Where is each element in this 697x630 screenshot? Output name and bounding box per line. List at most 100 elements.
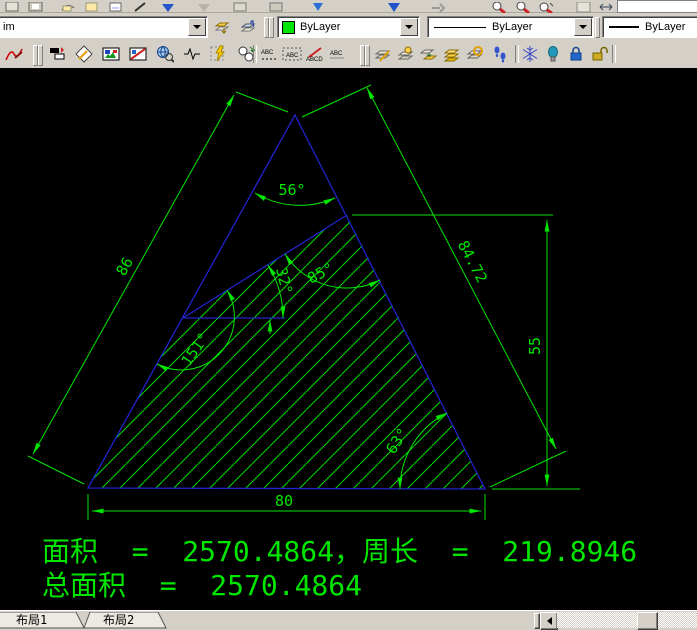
red-marker-icon (5, 48, 23, 61)
layer-new-button[interactable] (395, 43, 417, 65)
partial-icon[interactable] (108, 0, 124, 12)
image-adjust-button[interactable] (127, 43, 149, 65)
dim-text-84-72[interactable]: 84.72 (454, 237, 491, 285)
draworder-button[interactable] (46, 43, 68, 65)
lineweight-combo[interactable]: ByLayer (602, 16, 697, 38)
lightbulb-icon (548, 46, 558, 62)
secondary-toolbar: ABC ABC ABCD ABC (0, 40, 697, 69)
footprints-icon (494, 46, 506, 63)
partial-icon[interactable] (28, 0, 44, 12)
edit-hatch-button[interactable] (73, 43, 95, 65)
single-line-text-button[interactable]: ABC (258, 43, 280, 65)
partial-icon[interactable] (196, 0, 212, 12)
layer-combo[interactable]: im (0, 16, 208, 38)
standard-toolbar-clipped (0, 0, 697, 15)
dim-text-80[interactable]: 80 (275, 492, 293, 510)
extension-line (489, 450, 567, 488)
edit-text-button[interactable]: ABCD (304, 43, 326, 65)
partial-icon[interactable] (576, 0, 592, 13)
partial-icon[interactable] (132, 0, 148, 12)
toolbar-grip[interactable] (365, 45, 370, 66)
draworder-icon (50, 47, 65, 60)
layer-previous-icon (240, 20, 256, 32)
magnifier-partial-icon[interactable] (538, 0, 554, 15)
horizontal-scrollbar-thumb[interactable] (637, 612, 658, 630)
layer-new-icon (397, 46, 414, 60)
partial-icon[interactable] (4, 0, 20, 12)
chevron-down-icon (405, 25, 413, 29)
abcd-label: ABCD (306, 57, 323, 63)
text-dots-icon: ABC (261, 50, 276, 60)
revision-marker-button[interactable] (3, 43, 25, 65)
total-area-readout: 总面积 = 2570.4864 (42, 569, 363, 602)
scroll-left-button[interactable] (540, 612, 558, 630)
layer-translate-button[interactable] (418, 43, 440, 65)
chevron-down-icon (579, 25, 587, 29)
layer-previous-button[interactable] (237, 16, 259, 38)
color-combo-value: ByLayer (300, 21, 341, 33)
partial-icon[interactable] (232, 0, 248, 12)
dimension-style-partial-icon[interactable] (598, 0, 614, 11)
color-swatch-green (282, 20, 295, 34)
layer-match-icon (466, 46, 483, 59)
toolbar-grip[interactable] (38, 45, 43, 66)
text-style-button[interactable]: ABC (327, 43, 349, 65)
autocad-window: { "properties_toolbar": { "layer_value":… (0, 0, 697, 630)
layer-combo-value: im (3, 21, 15, 33)
lightning-pencil-icon (210, 45, 226, 62)
extension-line (27, 455, 85, 485)
snowflake-icon (522, 46, 538, 62)
tab-layout1-label[interactable]: 布局1 (16, 613, 47, 627)
unlock-icon (592, 46, 608, 61)
polyline-wave-button[interactable] (181, 43, 203, 65)
layer-walk-button[interactable] (489, 43, 511, 65)
linetype-combo-dropdown-button[interactable] (574, 18, 592, 36)
horizontal-scrollbar-track[interactable] (557, 612, 697, 628)
arrow-left-icon (546, 617, 552, 625)
make-object-layer-current-button[interactable] (211, 16, 233, 38)
layer-edit-button[interactable] (372, 43, 394, 65)
magnifier-partial-icon[interactable] (514, 0, 530, 15)
layer-unlock-button[interactable] (588, 43, 610, 65)
partial-icon[interactable] (386, 0, 402, 12)
toolbar-grip[interactable] (595, 17, 600, 38)
toolbar-grip[interactable] (269, 17, 274, 38)
partial-icon[interactable] (430, 0, 446, 13)
dim-text-55[interactable]: 55 (526, 337, 544, 355)
diamond-pencil-icon (75, 45, 93, 63)
layer-match-button[interactable] (464, 43, 486, 65)
globe-magnifier-icon (157, 46, 174, 63)
object-properties-toolbar: im ByLayer ByLayer ByLayer (0, 13, 697, 40)
image-frame-button[interactable] (100, 43, 122, 65)
layout-tabs: 布局1 布局2 (0, 612, 167, 629)
angle-text-56[interactable]: 56° (278, 181, 305, 199)
layer-freeze-button[interactable] (519, 43, 541, 65)
layer-onoff-button[interactable] (542, 43, 564, 65)
toolbar-separator (253, 45, 257, 63)
layer-combo-dropdown-button[interactable] (188, 18, 206, 36)
extension-line (301, 84, 372, 118)
linetype-combo-value: ByLayer (492, 21, 533, 33)
partial-icon[interactable] (160, 0, 176, 12)
color-combo-dropdown-button[interactable] (400, 18, 418, 36)
tab-layout2-label[interactable]: 布局2 (103, 613, 134, 627)
color-combo[interactable]: ByLayer (277, 16, 420, 38)
text-style-icon: ABC (330, 51, 344, 59)
text-frame-button[interactable]: ABC (281, 43, 303, 65)
linetype-combo[interactable]: ByLayer (427, 16, 594, 38)
layer-lock-button[interactable] (565, 43, 587, 65)
partial-icon[interactable] (60, 0, 76, 12)
partial-icon[interactable] (310, 0, 326, 11)
wave-icon (184, 47, 200, 61)
magnifier-partial-icon[interactable] (490, 0, 506, 15)
quick-select-button[interactable] (208, 43, 230, 65)
text-edit-icon: ABCD (306, 47, 323, 63)
globe-magnifier-button[interactable] (154, 43, 176, 65)
layer-pencil-icon (374, 50, 391, 62)
layer-stack-icon (443, 49, 460, 62)
drawing-canvas[interactable]: 86 84.72 55 80 56° 32° 85° 151° 63° 面积 =… (0, 68, 697, 610)
partial-edit-box[interactable] (617, 0, 697, 13)
partial-icon[interactable] (84, 0, 100, 12)
partial-icon[interactable] (268, 0, 284, 12)
layer-stack-button[interactable] (441, 43, 463, 65)
